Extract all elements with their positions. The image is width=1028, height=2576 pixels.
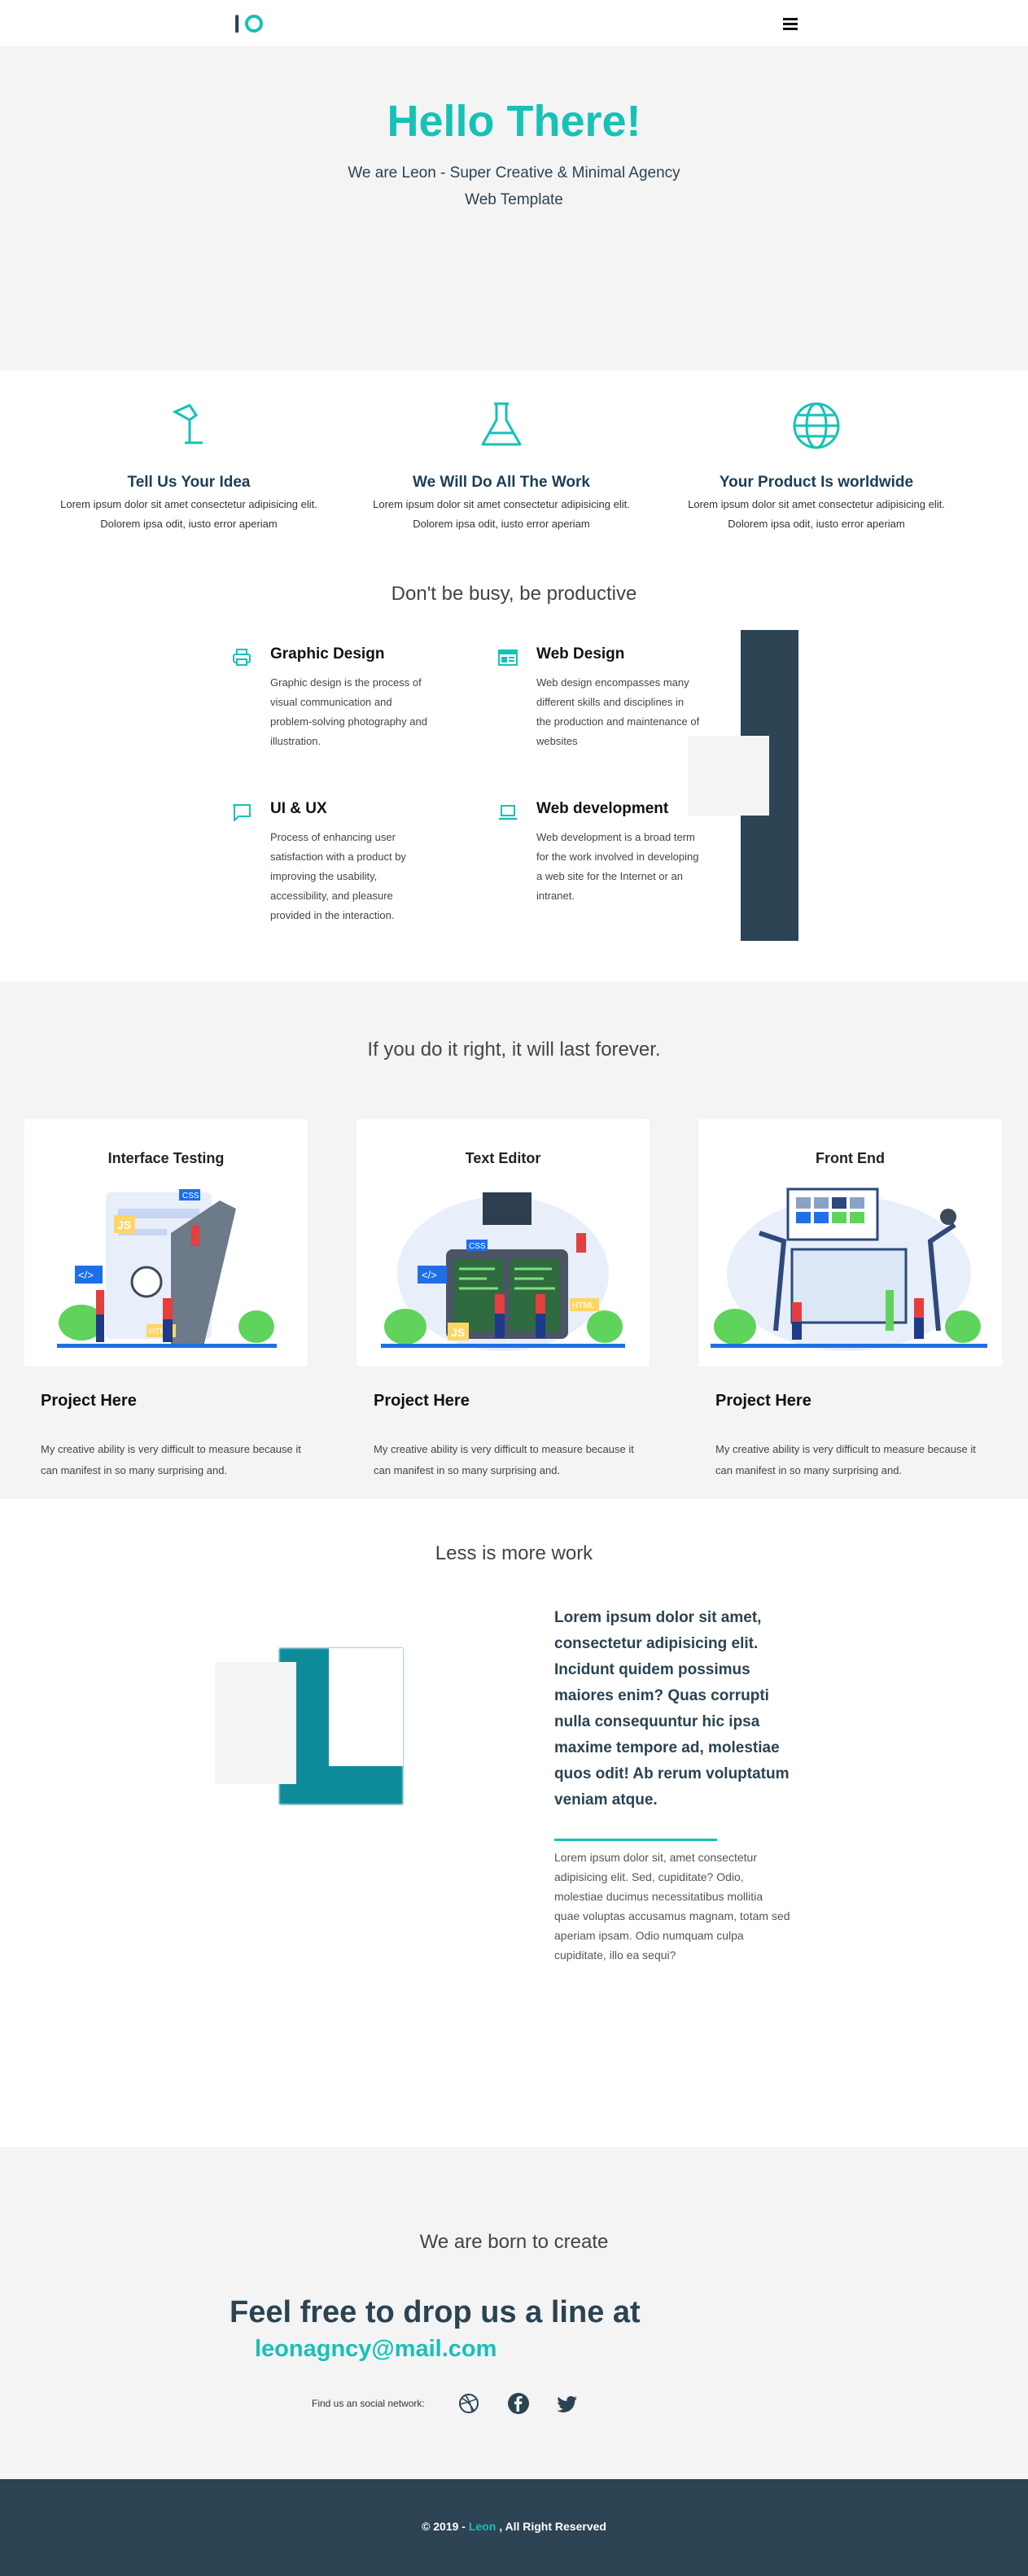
decor-gray-block [215, 1662, 296, 1784]
service-title: Web development [536, 800, 669, 817]
interface-testing-illustration: </> CSS JS HTML [57, 1189, 277, 1348]
hero-section: Hello There! We are Leon - Super Creativ… [0, 47, 1028, 370]
project-text: My creative ability is very difficult to… [41, 1443, 301, 1476]
project-card[interactable]: Front End [698, 1119, 1002, 1367]
logo-letter: l [234, 11, 243, 38]
project-card[interactable]: Text Editor </> CSS JS HTML [357, 1119, 650, 1367]
contact-email[interactable]: leonagncy@mail.com [255, 2336, 497, 2363]
contact-title: We are born to create [419, 2231, 609, 2253]
footer-brand[interactable]: Leon [469, 2520, 496, 2533]
card-title: Text Editor [465, 1150, 541, 1166]
feature-title: We Will Do All The Work [413, 474, 590, 491]
js-tag: JS [451, 1326, 465, 1339]
feature-worldwide: Your Product Is worldwide Lorem ipsum do… [682, 397, 951, 534]
hamburger-icon[interactable] [783, 18, 798, 30]
about-heading: Lorem ipsum dolor sit amet, consectetur … [554, 1609, 790, 1808]
flask-icon [481, 402, 522, 446]
logo-circle-icon [245, 15, 264, 33]
navbar: l [0, 0, 1028, 47]
svg-text:</>: </> [78, 1269, 94, 1281]
social-label: Find us an social network: [312, 2398, 425, 2409]
project-text: My creative ability is very difficult to… [374, 1443, 634, 1476]
feature-title: Your Product Is worldwide [719, 474, 914, 491]
service-web-design: Web Design Web design encompasses many d… [497, 645, 701, 751]
service-title: UI & UX [270, 800, 327, 817]
logo[interactable]: l [234, 11, 264, 39]
service-text: Process of enhancing user satisfaction w… [270, 831, 406, 921]
chat-icon [233, 804, 251, 821]
card-title: Interface Testing [107, 1150, 225, 1166]
js-tag: JS [117, 1218, 131, 1231]
hero-subtitle: We are Leon - Super Creative & Minimal A… [0, 160, 1028, 213]
project-card[interactable]: Interface Testing </> CSS JS HTML [24, 1119, 308, 1367]
hero-title: Hello There! [387, 97, 641, 146]
feature-idea: Tell Us Your Idea Lorem ipsum dolor sit … [55, 397, 323, 534]
css-tag: CSS [182, 1192, 199, 1201]
feature-work: We Will Do All The Work Lorem ipsum dolo… [367, 397, 636, 534]
projects-title: If you do it right, it will last forever… [367, 1039, 661, 1061]
css-tag: CSS [469, 1242, 486, 1251]
footer-copyright: © 2019 - Leon , All Right Reserved [422, 2520, 606, 2533]
service-graphic-design: Graphic Design Graphic design is the pro… [231, 645, 435, 751]
hero-subtitle-line2: Web Template [465, 191, 563, 208]
service-title: Web Design [536, 645, 625, 663]
project-title: Project Here [41, 1392, 137, 1410]
project-text: My creative ability is very difficult to… [715, 1443, 976, 1476]
twitter-icon[interactable] [555, 2391, 580, 2416]
globe-icon [793, 402, 840, 449]
feature-title: Tell Us Your Idea [127, 474, 251, 491]
text-editor-illustration: </> CSS JS HTML [381, 1192, 625, 1351]
footer: © 2019 - Leon , All Right Reserved [0, 2479, 1028, 2576]
front-end-illustration [711, 1187, 987, 1351]
decor-gray-square [688, 736, 769, 816]
dribbble-icon[interactable] [457, 2391, 481, 2416]
hero-subtitle-line1: We are Leon - Super Creative & Minimal A… [348, 164, 680, 182]
lamp-icon [172, 404, 203, 444]
svg-text:</>: </> [422, 1269, 437, 1281]
service-text: Web development is a broad term for the … [536, 831, 699, 902]
service-text: Graphic design is the process of visual … [270, 676, 427, 747]
service-title: Graphic Design [270, 645, 385, 663]
card-title: Front End [816, 1150, 885, 1166]
project-title: Project Here [374, 1392, 470, 1410]
feature-text: Lorem ipsum dolor sit amet consectetur a… [688, 498, 945, 530]
about-divider [554, 1839, 717, 1841]
contact-heading: Feel free to drop us a line at [230, 2295, 641, 2329]
about-title: Less is more work [435, 1542, 593, 1564]
facebook-icon[interactable] [506, 2391, 531, 2416]
html-tag: HTML [572, 1301, 595, 1310]
laptop-icon [499, 805, 517, 820]
layout-icon [498, 649, 518, 666]
services-title: Don't be busy, be productive [391, 583, 637, 605]
service-ui-ux: UI & UX Process of enhancing user satisf… [231, 800, 435, 925]
project-title: Project Here [715, 1392, 811, 1410]
service-web-development: Web development Web development is a bro… [497, 800, 701, 906]
service-text: Web design encompasses many different sk… [536, 676, 700, 747]
printer-icon [233, 649, 251, 666]
feature-text: Lorem ipsum dolor sit amet consectetur a… [60, 498, 317, 530]
decor-l-cutout [329, 1648, 403, 1766]
about-body: Lorem ipsum dolor sit, amet consectetur … [554, 1851, 790, 1962]
feature-text: Lorem ipsum dolor sit amet consectetur a… [373, 498, 630, 530]
